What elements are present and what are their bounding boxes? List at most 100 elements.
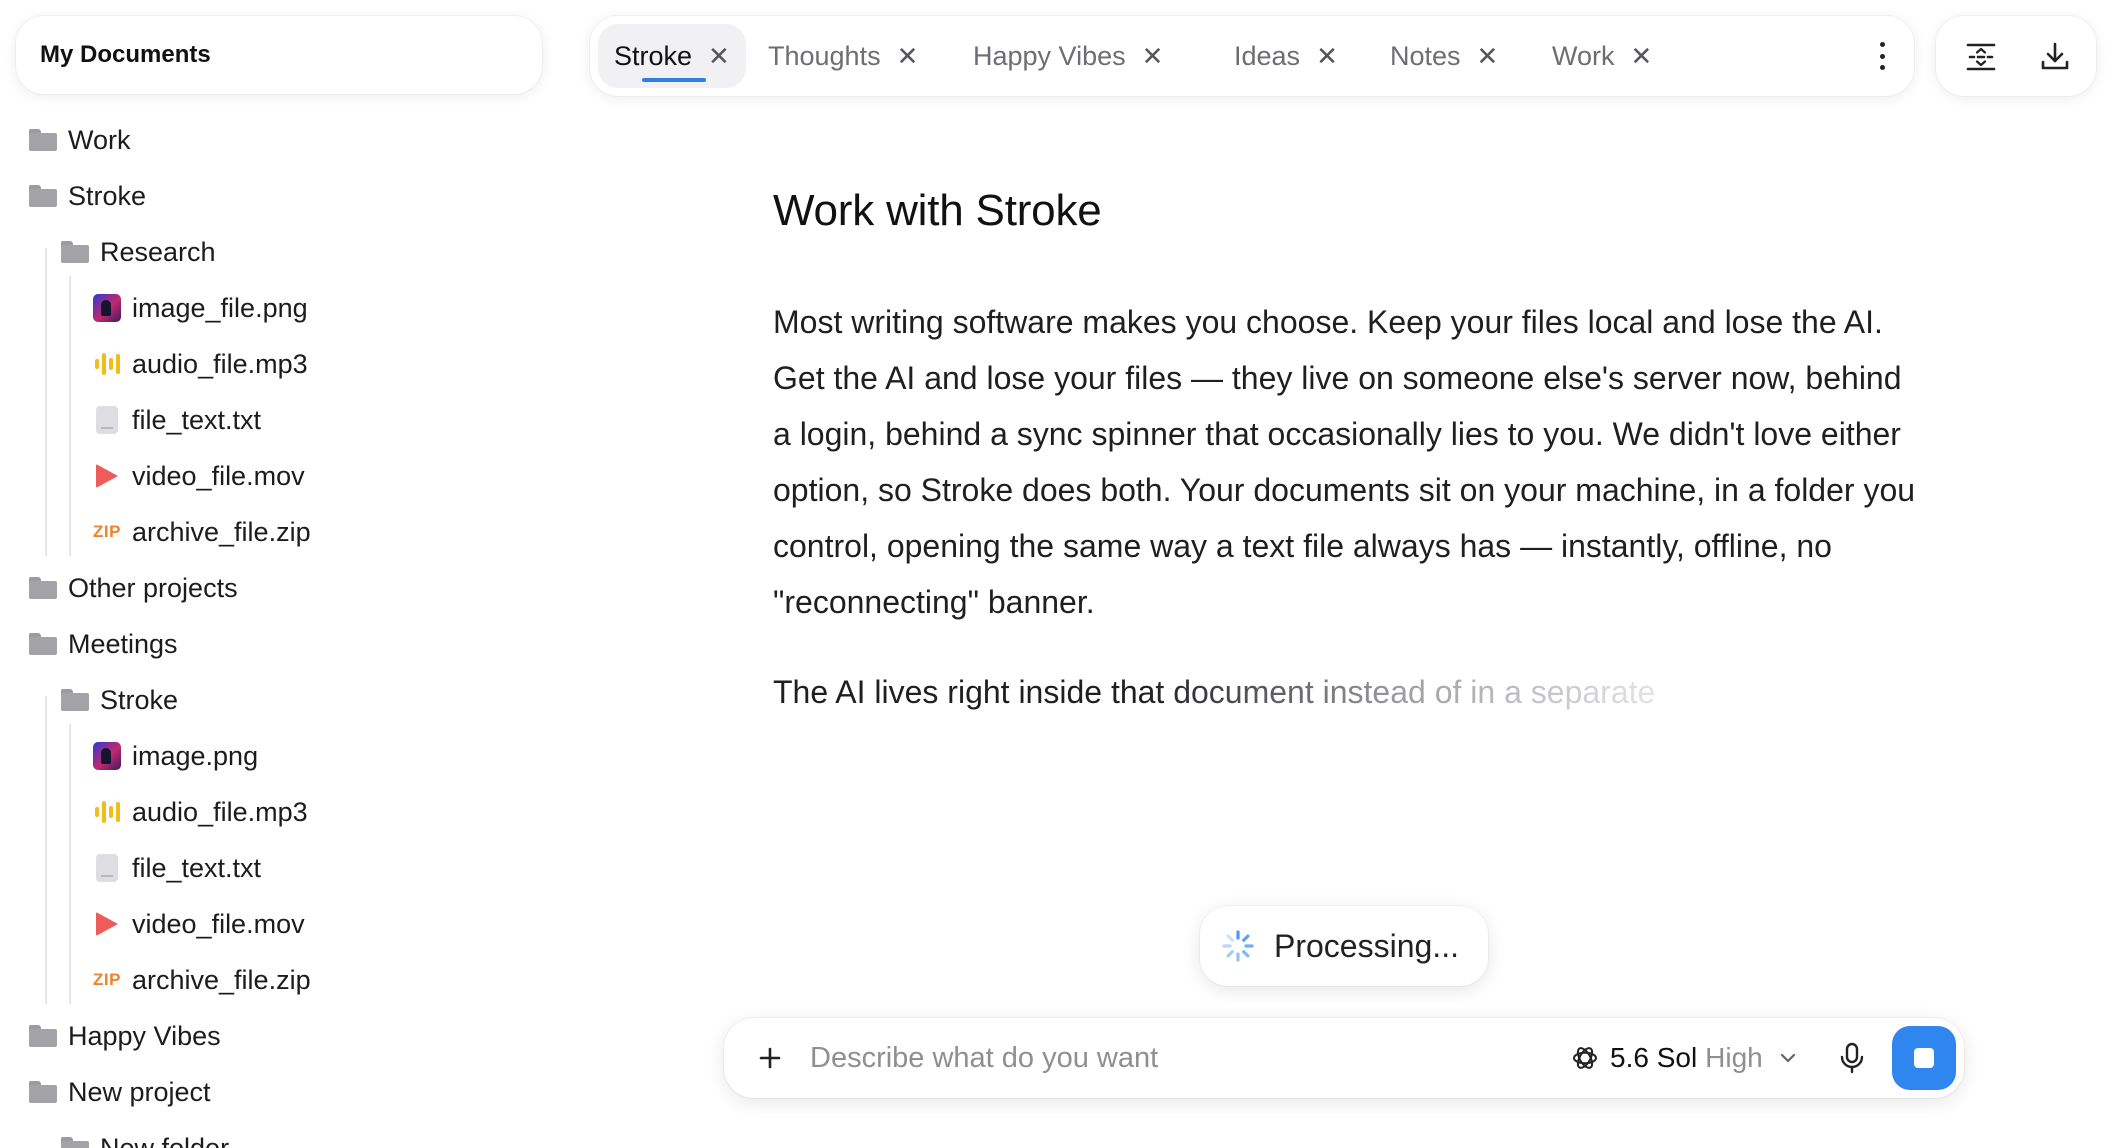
tree-item-label: video_file.mov (132, 460, 305, 491)
tree-item-label: audio_file.mp3 (132, 796, 308, 827)
tab-ideas[interactable]: Ideas ✕ (1218, 24, 1354, 88)
folder-icon (28, 1077, 58, 1107)
tree-item-archive-file[interactable]: ZIP archive_file.zip (92, 958, 311, 1002)
prompt-composer: 5.6 Sol High (724, 1018, 1964, 1098)
active-tab-indicator (642, 78, 706, 82)
tree-item-label: Research (100, 236, 216, 267)
tree-item-archive-file[interactable]: ZIP archive_file.zip (92, 510, 311, 554)
close-icon[interactable]: ✕ (708, 43, 730, 69)
tree-item-image[interactable]: image.png (92, 734, 258, 778)
file-sidebar: My Documents Work Stroke Research image_… (0, 0, 560, 1148)
tab-label: Happy Vibes (973, 40, 1126, 71)
tree-item-label: New project (68, 1076, 211, 1107)
tab-happy-vibes[interactable]: Happy Vibes ✕ (957, 24, 1179, 88)
fit-width-icon[interactable] (1964, 40, 1998, 74)
tree-item-audio-file[interactable]: audio_file.mp3 (92, 790, 308, 834)
model-name: 5.6 Sol (1610, 1042, 1698, 1073)
tree-guide (45, 696, 47, 1004)
audio-icon (92, 797, 122, 827)
stop-icon (1914, 1048, 1934, 1068)
model-effort: High (1705, 1042, 1763, 1073)
text-file-icon (92, 405, 122, 435)
tree-item-label: image_file.png (132, 292, 308, 323)
processing-label: Processing... (1274, 927, 1459, 964)
tree-item-image-file[interactable]: image_file.png (92, 286, 308, 330)
tree-item-label: Meetings (68, 628, 178, 659)
tree-item-label: New folder (100, 1132, 230, 1148)
processing-indicator: Processing... (1200, 906, 1488, 986)
tree-item-label: file_text.txt (132, 852, 262, 883)
tree-item-label: audio_file.mp3 (132, 348, 308, 379)
image-icon (92, 293, 122, 323)
tree-item-meetings[interactable]: Meetings (28, 622, 178, 666)
folder-icon (28, 629, 58, 659)
tree-item-other-projects[interactable]: Other projects (28, 566, 238, 610)
text-file-icon (92, 853, 122, 883)
stop-generation-button[interactable] (1892, 1026, 1956, 1090)
spinner-icon (1222, 930, 1254, 962)
model-logo-icon (1573, 1047, 1597, 1069)
tree-item-label: archive_file.zip (132, 516, 311, 547)
add-attachment-icon[interactable] (750, 1038, 790, 1078)
sidebar-title[interactable]: My Documents (16, 16, 542, 94)
tree-item-video-file[interactable]: video_file.mov (92, 454, 305, 498)
close-icon[interactable]: ✕ (1316, 43, 1338, 69)
tree-item-stroke-sub[interactable]: Stroke (60, 678, 178, 722)
tree-guide (69, 276, 71, 556)
tab-notes[interactable]: Notes ✕ (1374, 24, 1514, 88)
tree-item-text-file[interactable]: file_text.txt (92, 846, 261, 890)
video-icon (92, 909, 122, 939)
tree-guide (45, 248, 47, 556)
tree-item-research[interactable]: Research (60, 230, 216, 274)
document-title[interactable]: Work with Stroke (773, 186, 1923, 236)
close-icon[interactable]: ✕ (897, 43, 919, 69)
tab-work[interactable]: Work ✕ (1536, 24, 1668, 88)
tab-thoughts[interactable]: Thoughts ✕ (752, 24, 934, 88)
tree-item-label: video_file.mov (132, 908, 305, 939)
folder-icon (28, 181, 58, 211)
folder-icon (60, 685, 90, 715)
close-icon[interactable]: ✕ (1142, 43, 1164, 69)
tree-item-new-folder[interactable]: New folder (60, 1126, 229, 1148)
tree-item-label: Stroke (100, 684, 179, 715)
prompt-input[interactable] (810, 1036, 1470, 1080)
tree-item-stroke[interactable]: Stroke (28, 174, 146, 218)
tree-item-label: Other projects (68, 572, 238, 603)
zip-icon: ZIP (93, 970, 121, 989)
download-icon[interactable] (2038, 40, 2072, 74)
tab-bar: Stroke ✕ Thoughts ✕ Happy Vibes ✕ Ideas … (590, 16, 1914, 96)
tree-item-happy-vibes[interactable]: Happy Vibes (28, 1014, 221, 1058)
tree-item-new-project[interactable]: New project (28, 1070, 211, 1114)
tab-label: Work (1552, 40, 1615, 71)
chevron-down-icon (1780, 1053, 1795, 1063)
microphone-icon[interactable] (1832, 1038, 1872, 1078)
tree-item-label: archive_file.zip (132, 964, 311, 995)
tree-item-video-file[interactable]: video_file.mov (92, 902, 305, 946)
close-icon[interactable]: ✕ (1631, 43, 1653, 69)
tab-stroke[interactable]: Stroke ✕ (598, 24, 746, 88)
tree-item-label: Work (68, 124, 131, 155)
tab-label: Thoughts (768, 40, 881, 71)
tab-label: Stroke (614, 40, 693, 71)
tree-guide (69, 724, 71, 1004)
tab-label: Notes (1390, 40, 1461, 71)
document-paragraph-streaming[interactable]: The AI lives right inside that document … (773, 664, 1753, 720)
document-editor[interactable]: Work with Stroke Most writing software m… (773, 186, 1923, 720)
folder-icon (60, 1133, 90, 1148)
folder-icon (28, 125, 58, 155)
more-options-icon[interactable] (1880, 42, 1886, 70)
folder-icon (28, 573, 58, 603)
zip-icon: ZIP (93, 522, 121, 541)
tree-item-text-file[interactable]: file_text.txt (92, 398, 261, 442)
action-toolbar (1936, 16, 2096, 96)
folder-icon (28, 1021, 58, 1051)
close-icon[interactable]: ✕ (1477, 43, 1499, 69)
tree-item-label: image.png (132, 740, 259, 771)
image-icon (92, 741, 122, 771)
document-paragraph[interactable]: Most writing software makes you choose. … (773, 294, 1923, 630)
tree-item-audio-file[interactable]: audio_file.mp3 (92, 342, 308, 386)
tab-label: Ideas (1234, 40, 1301, 71)
tree-item-label: Happy Vibes (68, 1020, 221, 1051)
tree-item-work[interactable]: Work (28, 118, 131, 162)
model-selector[interactable]: 5.6 Sol High (1570, 1036, 1799, 1080)
